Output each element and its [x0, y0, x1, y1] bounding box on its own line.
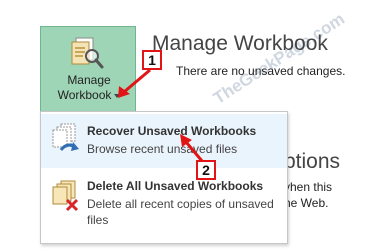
step-2-callout: 2 [196, 160, 216, 180]
annotation-arrows [118, 68, 204, 162]
arrow-1-line [123, 68, 151, 94]
step-1-callout: 1 [142, 50, 162, 70]
arrow-2-line [184, 141, 204, 162]
